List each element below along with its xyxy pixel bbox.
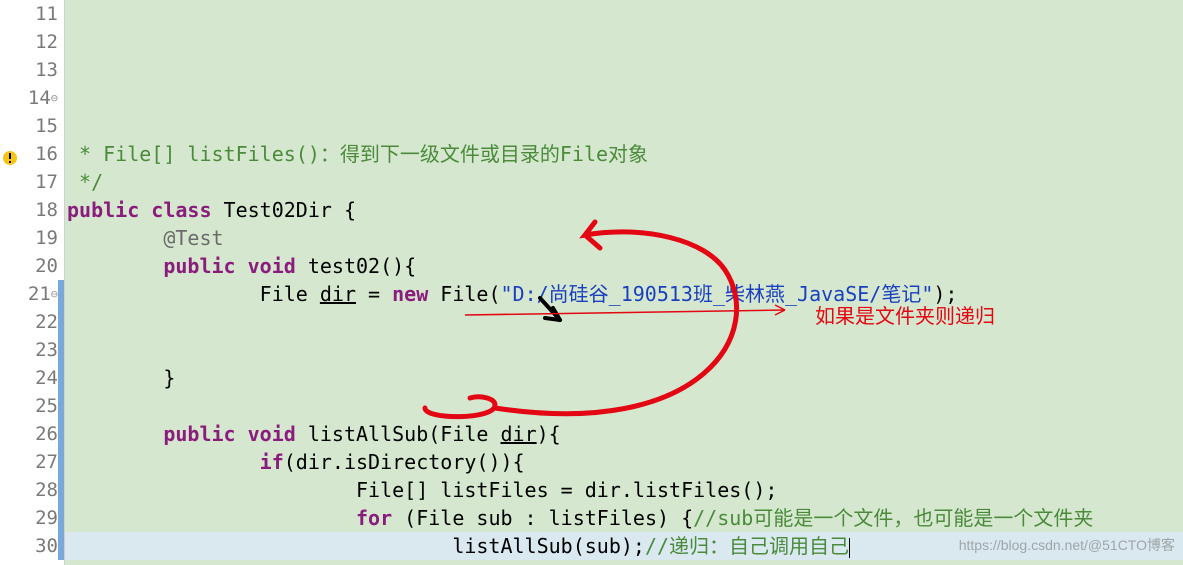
change-marker bbox=[58, 280, 64, 308]
change-marker bbox=[58, 336, 64, 364]
line-number: 19 bbox=[0, 224, 64, 252]
change-marker bbox=[58, 448, 64, 476]
code-line[interactable]: for (File sub : listFiles) {//sub可能是一个文件… bbox=[65, 504, 1183, 532]
line-number: 22 bbox=[0, 308, 64, 336]
line-number: 28 bbox=[0, 476, 64, 504]
code-line[interactable]: * File[] listFiles()：得到下一级文件或目录的File对象 bbox=[65, 140, 1183, 168]
code-line[interactable]: @Test bbox=[65, 224, 1183, 252]
line-number: 11 bbox=[0, 0, 64, 28]
code-line[interactable] bbox=[65, 336, 1183, 364]
change-marker bbox=[58, 476, 64, 504]
line-number: 14⊖ bbox=[0, 84, 64, 112]
change-marker bbox=[58, 308, 64, 336]
change-marker bbox=[58, 420, 64, 448]
code-line[interactable]: if(dir.isDirectory()){ bbox=[65, 448, 1183, 476]
code-line[interactable]: public void listAllSub(File dir){ bbox=[65, 420, 1183, 448]
code-editor[interactable]: 11121314⊖15161718192021⊖2223242526272829… bbox=[0, 0, 1183, 565]
code-line[interactable]: File[] listFiles = dir.listFiles(); bbox=[65, 476, 1183, 504]
line-number: 20 bbox=[0, 252, 64, 280]
line-number: 17 bbox=[0, 168, 64, 196]
code-line[interactable]: public class Test02Dir { bbox=[65, 196, 1183, 224]
line-number: 26 bbox=[0, 420, 64, 448]
code-line[interactable]: public void test02(){ bbox=[65, 252, 1183, 280]
watermark: https://blog.csdn.net/@51CTO博客 bbox=[959, 531, 1175, 559]
line-number: 23 bbox=[0, 336, 64, 364]
line-number: 30 bbox=[0, 532, 64, 560]
line-number: 24 bbox=[0, 364, 64, 392]
change-marker bbox=[58, 504, 64, 532]
line-number-gutter: 11121314⊖15161718192021⊖2223242526272829… bbox=[0, 0, 65, 565]
change-marker bbox=[58, 392, 64, 420]
line-number: 15 bbox=[0, 112, 64, 140]
line-number: 25 bbox=[0, 392, 64, 420]
line-number: 13 bbox=[0, 56, 64, 84]
annotation-text: 如果是文件夹则递归 bbox=[815, 303, 995, 331]
code-line[interactable]: File dir = new File("D:/尚硅谷_190513班_柴林燕_… bbox=[65, 280, 1183, 308]
change-marker bbox=[58, 532, 64, 560]
line-number: 21⊖ bbox=[0, 280, 64, 308]
line-number: 18 bbox=[0, 196, 64, 224]
line-number: 29 bbox=[0, 504, 64, 532]
code-line[interactable] bbox=[65, 392, 1183, 420]
code-line[interactable] bbox=[65, 308, 1183, 336]
line-number: 12 bbox=[0, 28, 64, 56]
line-number: 27 bbox=[0, 448, 64, 476]
code-line[interactable]: } bbox=[65, 560, 1183, 565]
code-area[interactable]: * File[] listFiles()：得到下一级文件或目录的File对象 *… bbox=[65, 0, 1183, 565]
warning-icon bbox=[2, 146, 18, 162]
change-marker bbox=[58, 364, 64, 392]
code-line[interactable]: } bbox=[65, 364, 1183, 392]
code-line[interactable]: */ bbox=[65, 168, 1183, 196]
line-number: 16 bbox=[0, 140, 64, 168]
